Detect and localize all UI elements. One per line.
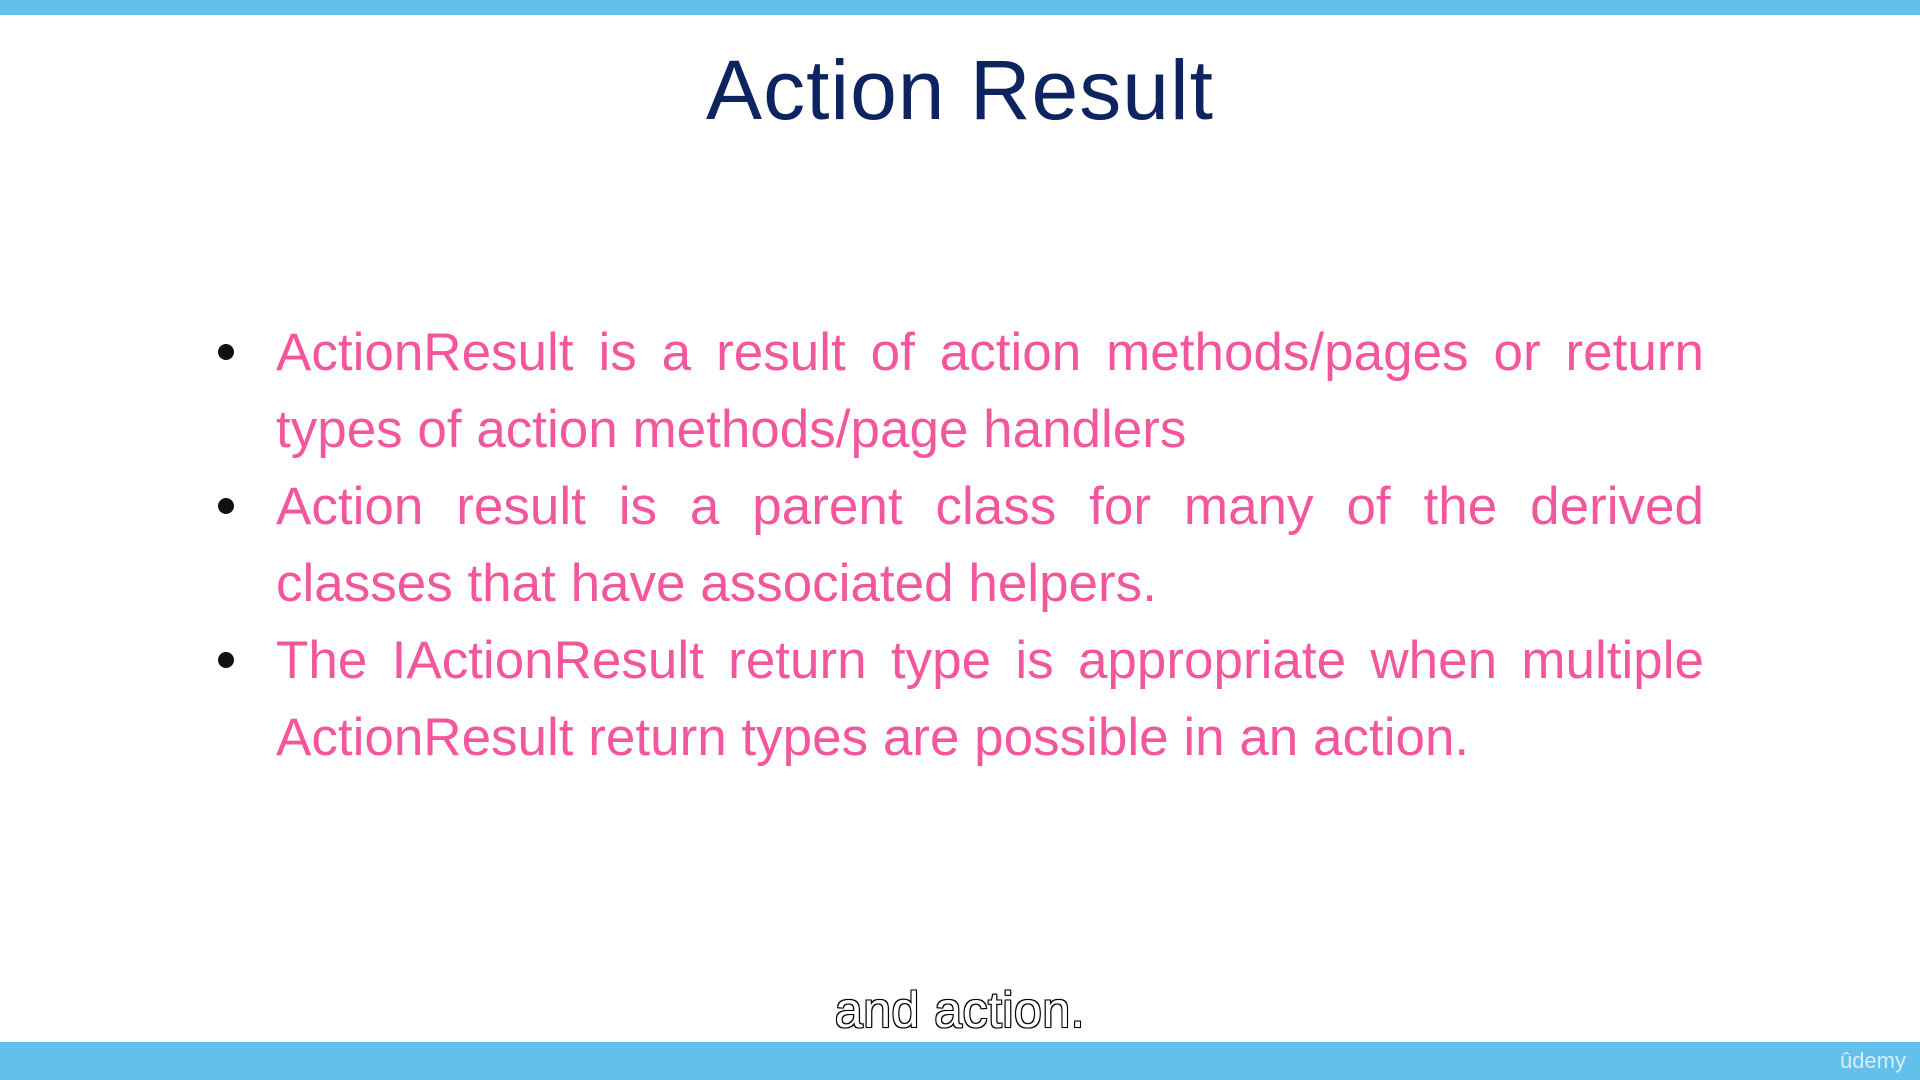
slide-title: Action Result	[706, 43, 1214, 137]
bullet-text: Action result is a parent class for many…	[276, 477, 1704, 613]
top-accent-bar	[0, 0, 1920, 15]
udemy-watermark: ûdemy	[1839, 1048, 1906, 1073]
bullet-item: Action result is a parent class for many…	[214, 468, 1704, 622]
subtitle-caption: and action.	[834, 981, 1086, 1039]
bullet-list: ActionResult is a result of action metho…	[214, 314, 1704, 776]
bullet-text: ActionResult is a result of action metho…	[276, 323, 1704, 459]
bullet-dot-icon	[218, 498, 234, 514]
bullet-item: ActionResult is a result of action metho…	[214, 314, 1704, 468]
video-frame: Action Result ActionResult is a result o…	[0, 0, 1920, 1080]
bullet-dot-icon	[218, 652, 234, 668]
bullet-text: The IActionResult return type is appropr…	[276, 631, 1704, 767]
bullet-item: The IActionResult return type is appropr…	[214, 622, 1704, 776]
bottom-accent-bar	[0, 1042, 1920, 1080]
bullet-dot-icon	[218, 344, 234, 360]
